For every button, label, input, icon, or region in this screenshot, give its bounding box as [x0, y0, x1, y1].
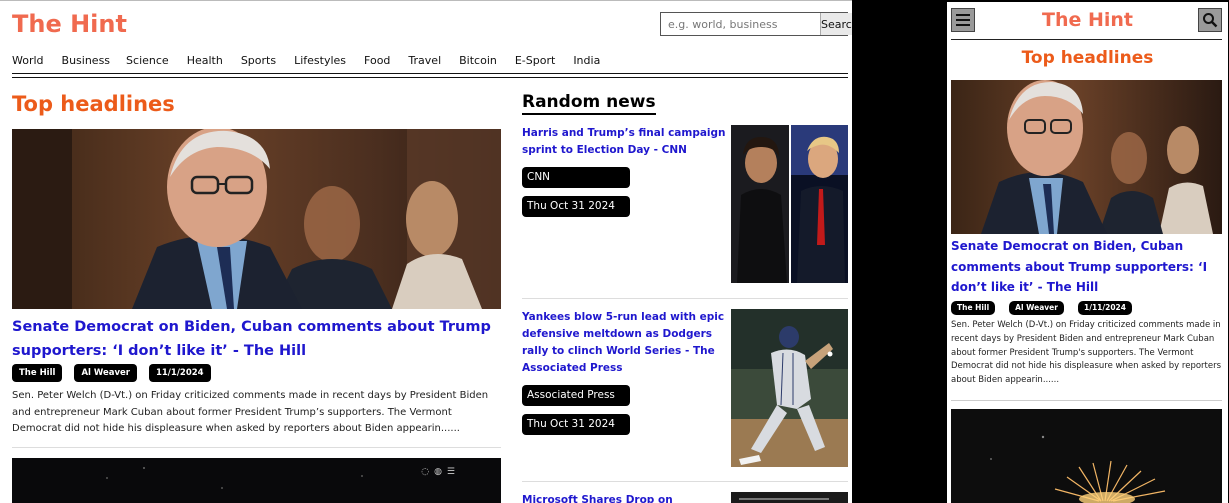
nav-item-lifestyles[interactable]: Lifestyles [294, 54, 346, 67]
harris-trump-photo [731, 125, 848, 283]
mobile-article-divider [951, 400, 1222, 401]
mobile-header-divider [951, 39, 1222, 40]
nav-item-world[interactable]: World [12, 54, 44, 67]
random-news-image-3[interactable] [731, 492, 848, 503]
random-news-source-1: CNN [522, 167, 630, 188]
nav-item-esport[interactable]: E-Sport [515, 54, 555, 67]
comment-icon[interactable]: ◌ [421, 467, 429, 477]
date-badge: 11/1/2024 [148, 364, 211, 382]
nav-item-india[interactable]: India [573, 54, 600, 67]
night-photo [12, 458, 501, 503]
nav-item-business[interactable]: Business [62, 54, 111, 67]
second-article-image[interactable]: ◌ ◍ ☰ [12, 458, 501, 503]
nav-item-travel[interactable]: Travel [408, 54, 441, 67]
mobile-second-article-image[interactable] [951, 409, 1222, 503]
microsoft-photo [731, 492, 848, 503]
menu-lines-icon[interactable]: ☰ [447, 467, 455, 477]
search-button[interactable]: Search [820, 13, 852, 35]
nav-item-sports[interactable]: Sports [241, 54, 276, 67]
random-news-image-2[interactable] [731, 309, 848, 467]
nav-divider-top [12, 73, 848, 74]
mobile-featured-article-description: Sen. Peter Welch (D-Vt.) on Friday criti… [951, 320, 1222, 386]
mobile-featured-photo [951, 80, 1222, 234]
author-badge: Al Weaver [74, 364, 137, 382]
random-news-divider-1 [522, 298, 848, 299]
featured-article-image[interactable] [12, 129, 501, 309]
source-badge: The Hill [12, 364, 63, 382]
random-news-title-2[interactable]: Yankees blow 5-run lead with epic defens… [522, 309, 728, 377]
search-icon [1203, 13, 1218, 28]
chat-icon[interactable]: ◍ [434, 467, 442, 477]
desktop-view: The Hint Search World Business Science H… [0, 0, 852, 503]
category-nav: World Business Science Health Sports Lif… [12, 54, 618, 67]
random-news-title-1[interactable]: Harris and Trump’s final campaign sprint… [522, 125, 728, 159]
featured-article-title[interactable]: Senate Democrat on Biden, Cuban comments… [12, 315, 501, 363]
media-controls: ◌ ◍ ☰ [421, 467, 455, 477]
nav-item-bitcoin[interactable]: Bitcoin [459, 54, 497, 67]
search-bar: Search [660, 12, 852, 36]
mobile-author-badge: Al Weaver [1009, 301, 1064, 315]
featured-article-tags: The Hill Al Weaver 11/1/2024 [12, 364, 211, 382]
mobile-date-badge: 1/11/2024 [1077, 301, 1132, 315]
nav-item-science[interactable]: Science [126, 54, 169, 67]
mobile-night-photo [951, 409, 1222, 503]
screenshot-stage: The Hint Search World Business Science H… [0, 0, 1229, 503]
site-logo[interactable]: The Hint [12, 10, 127, 38]
mobile-search-button[interactable] [1198, 8, 1222, 32]
mobile-view: The Hint Top headlines Senate Democrat o… [947, 2, 1228, 503]
search-input[interactable] [661, 13, 820, 35]
mobile-featured-article-title[interactable]: Senate Democrat on Biden, Cuban comments… [951, 236, 1222, 298]
random-news-title-3[interactable]: Microsoft Shares Drop on [522, 492, 728, 503]
random-news-date-2: Thu Oct 31 2024 [522, 414, 630, 435]
featured-article-description: Sen. Peter Welch (D-Vt.) on Friday criti… [12, 390, 489, 434]
random-news-image-1[interactable] [731, 125, 848, 283]
mobile-top-headlines-heading: Top headlines [1021, 48, 1154, 68]
random-news-divider-2 [522, 481, 848, 482]
nav-item-food[interactable]: Food [364, 54, 390, 67]
mobile-site-logo[interactable]: The Hint [947, 9, 1228, 31]
featured-photo [12, 129, 501, 309]
mobile-source-badge: The Hill [951, 301, 996, 315]
mobile-featured-article-tags: The Hill Al Weaver 1/11/2024 [951, 301, 1132, 315]
random-news-heading: Random news [522, 92, 656, 115]
mobile-featured-article-image[interactable] [951, 80, 1222, 234]
random-news-source-2: Associated Press [522, 385, 630, 406]
nav-divider-bottom [12, 77, 848, 78]
baseball-photo [731, 309, 848, 467]
top-headlines-heading: Top headlines [12, 92, 175, 116]
nav-item-health[interactable]: Health [187, 54, 223, 67]
article-divider [12, 447, 501, 448]
random-news-date-1: Thu Oct 31 2024 [522, 196, 630, 217]
